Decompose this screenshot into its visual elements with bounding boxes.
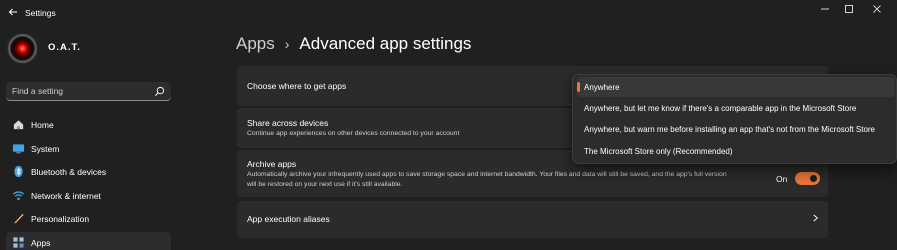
maximize-icon bbox=[845, 5, 853, 13]
dropdown-option-label: Anywhere, but warn me before installing … bbox=[584, 125, 876, 134]
sidebar-item-label: Personalization bbox=[31, 214, 90, 224]
dropdown-option[interactable]: Anywhere bbox=[577, 77, 895, 97]
setting-title: Archive apps bbox=[247, 159, 297, 169]
toggle-knob bbox=[810, 175, 817, 182]
setting-title: Share across devices bbox=[247, 118, 329, 128]
close-button[interactable] bbox=[863, 0, 891, 18]
breadcrumb-parent[interactable]: Apps bbox=[236, 34, 275, 54]
sidebar-item-personalization[interactable]: Personalization bbox=[6, 208, 171, 230]
dropdown-option[interactable]: Anywhere, but let me know if there's a c… bbox=[577, 98, 895, 118]
app-execution-aliases-setting[interactable]: App execution aliases bbox=[237, 201, 828, 238]
settings-window: Settings O.A.T. Home bbox=[0, 0, 897, 250]
sidebar-item-home[interactable]: Home bbox=[6, 114, 171, 136]
dropdown-option-label: Anywhere, but let me know if there's a c… bbox=[584, 104, 857, 113]
close-icon bbox=[873, 5, 881, 13]
dropdown-option-label: The Microsoft Store only (Recommended) bbox=[584, 147, 733, 156]
chevron-right-icon bbox=[813, 214, 818, 222]
system-icon bbox=[12, 144, 25, 154]
sidebar-item-label: Bluetooth & devices bbox=[31, 167, 107, 177]
app-title: Settings bbox=[25, 8, 56, 18]
archive-apps-toggle[interactable] bbox=[795, 172, 820, 185]
home-icon bbox=[13, 120, 24, 130]
setting-title: App execution aliases bbox=[247, 214, 330, 224]
personalization-icon bbox=[13, 213, 24, 224]
setting-description: Automatically archive your infrequently … bbox=[247, 171, 727, 178]
sidebar-item-system[interactable]: System bbox=[6, 138, 171, 160]
sidebar-item-label: System bbox=[31, 144, 60, 154]
toggle-state-label: On bbox=[776, 174, 788, 184]
user-name: O.A.T. bbox=[48, 42, 81, 53]
page-title: Advanced app settings bbox=[299, 34, 472, 53]
sidebar-item-label: Home bbox=[31, 120, 54, 130]
search-icon[interactable] bbox=[154, 86, 165, 97]
bluetooth-icon bbox=[14, 165, 23, 178]
back-arrow-icon bbox=[8, 8, 17, 16]
title-bar: Settings bbox=[0, 0, 897, 26]
apps-icon bbox=[13, 237, 24, 248]
sidebar-item-label: Apps bbox=[31, 238, 51, 248]
sidebar-item-bluetooth[interactable]: Bluetooth & devices bbox=[6, 161, 171, 183]
dropdown-option[interactable]: Anywhere, but warn me before installing … bbox=[577, 119, 895, 139]
user-avatar[interactable] bbox=[7, 33, 38, 64]
minimize-icon bbox=[821, 8, 829, 10]
setting-description: will be restored on your next use if it'… bbox=[247, 180, 403, 188]
back-button[interactable] bbox=[4, 3, 22, 21]
setting-title: Choose where to get apps bbox=[247, 81, 347, 91]
setting-description: Continue app experiences on other device… bbox=[247, 130, 460, 137]
sidebar-item-apps[interactable]: Apps bbox=[6, 232, 171, 250]
app-source-dropdown-menu: Anywhere Anywhere, but let me know if th… bbox=[572, 74, 897, 164]
search-box[interactable] bbox=[6, 82, 171, 101]
sidebar-item-network[interactable]: Network & internet bbox=[6, 185, 171, 207]
breadcrumb-separator: › bbox=[284, 36, 290, 52]
selected-indicator bbox=[577, 82, 580, 92]
sidebar-item-label: Network & internet bbox=[31, 191, 101, 201]
network-icon bbox=[12, 191, 25, 201]
search-input[interactable] bbox=[6, 82, 146, 100]
dropdown-option[interactable]: The Microsoft Store only (Recommended) bbox=[577, 141, 895, 161]
maximize-button[interactable] bbox=[835, 0, 863, 18]
dropdown-option-label: Anywhere bbox=[584, 83, 620, 92]
breadcrumb: Apps › Advanced app settings bbox=[236, 31, 471, 57]
